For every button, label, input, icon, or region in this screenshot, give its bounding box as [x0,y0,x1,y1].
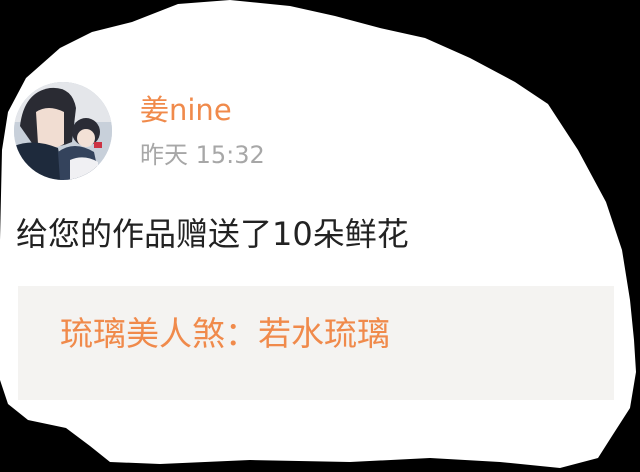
work-title-link[interactable]: 琉璃美人煞：若水琉璃 [60,312,390,356]
post-timestamp: 昨天 15:32 [140,141,265,169]
work-reference-card[interactable]: 琉璃美人煞：若水琉璃 [18,286,614,400]
screenshot-stage: 姜nine 昨天 15:32 给您的作品赠送了10朵鲜花 琉璃美人煞：若水琉璃 [0,0,640,472]
user-avatar[interactable] [14,82,112,180]
anime-avatar-icon [14,82,112,180]
gift-message: 给您的作品赠送了10朵鲜花 [16,215,409,253]
username[interactable]: 姜nine [140,92,232,128]
